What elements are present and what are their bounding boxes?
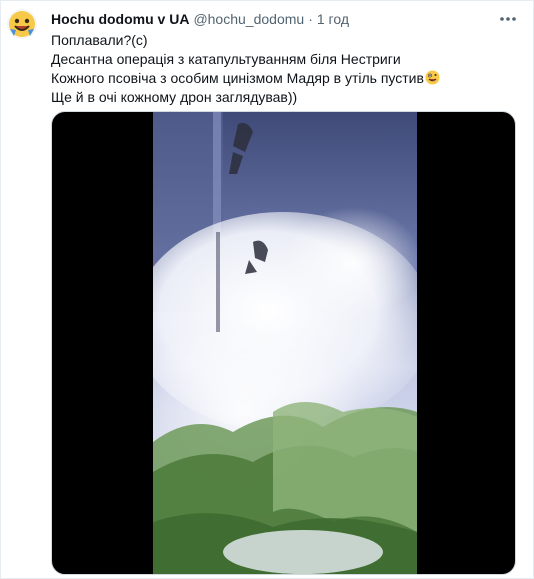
video-still-image [153, 112, 417, 574]
tweet-timestamp[interactable]: 1 год [317, 10, 349, 28]
zany-face-emoji-icon [425, 70, 440, 85]
tweet-card[interactable]: Hochu dodomu v UA @hochu_dodomu · 1 год … [0, 0, 534, 579]
author-display-name[interactable]: Hochu dodomu v UA [51, 10, 189, 28]
tweet-text: Поплавали?(с) Десантна операція з катапу… [51, 31, 493, 107]
tweet-text-line-content: Кожного псовіча з особим цинізмом Мадяр … [51, 70, 424, 86]
tweet-text-line: Кожного псовіча з особим цинізмом Мадяр … [51, 69, 493, 88]
avatar[interactable] [7, 9, 37, 39]
tweet-text-line: Поплавали?(с) [51, 32, 148, 48]
more-horizontal-icon[interactable] [497, 10, 519, 28]
video-media[interactable] [51, 111, 516, 575]
separator-dot: · [308, 11, 313, 27]
author-handle[interactable]: @hochu_dodomu [193, 10, 304, 28]
tweet-text-line: Десантна операція з катапультуванням біл… [51, 51, 401, 67]
tweet-text-line: Ще й в очі кожному дрон заглядував)) [51, 89, 298, 105]
smiley-face-avatar-icon [7, 9, 37, 39]
tweet-header: Hochu dodomu v UA @hochu_dodomu · 1 год [51, 10, 349, 28]
video-frame[interactable] [153, 112, 417, 574]
